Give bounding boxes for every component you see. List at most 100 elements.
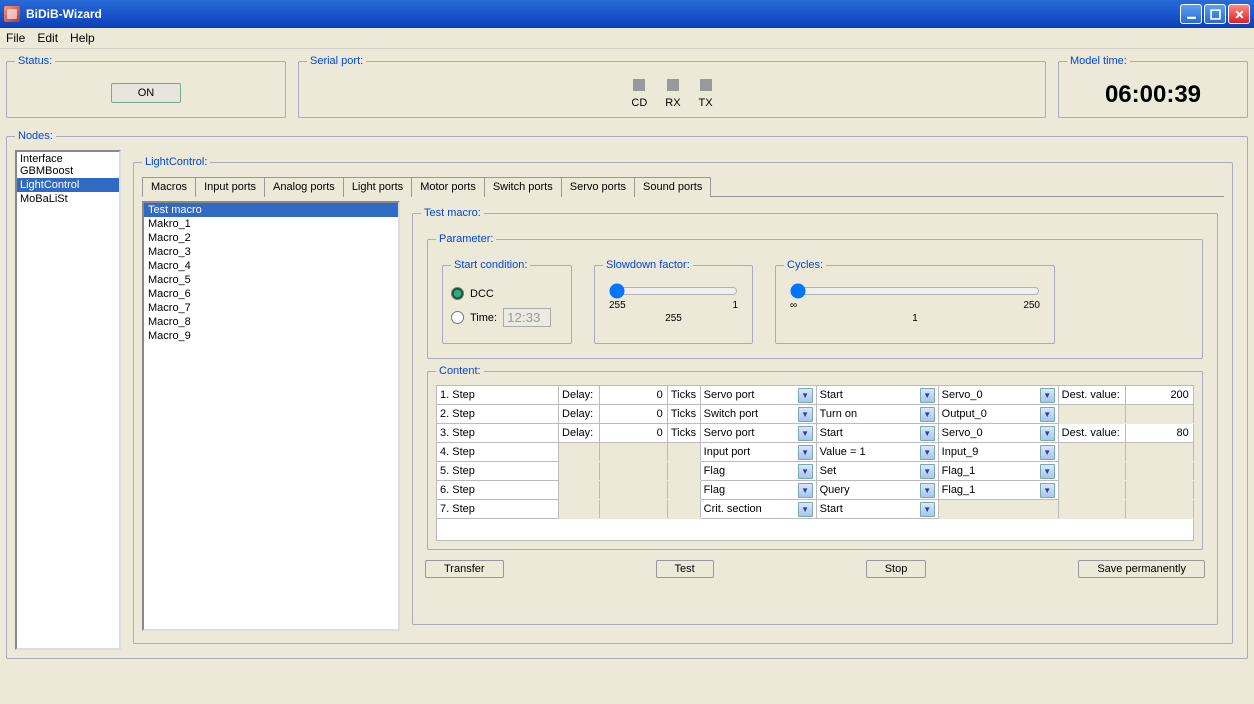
modeltime-value: 06:00:39 <box>1067 81 1239 109</box>
select-cell[interactable]: Flag_1▼ <box>942 483 1055 498</box>
tab[interactable]: Motor ports <box>411 177 485 197</box>
dcc-label: DCC <box>470 288 494 300</box>
cycles-slider[interactable] <box>790 283 1040 299</box>
macro-list[interactable]: Test macroMakro_1Macro_2Macro_3Macro_4Ma… <box>142 201 400 631</box>
serial-group: Serial port: CD RX TX <box>298 55 1046 118</box>
select-cell[interactable]: Flag_1▼ <box>942 464 1055 479</box>
minimize-button[interactable] <box>1180 4 1202 24</box>
ticks-label: Ticks <box>667 405 700 424</box>
transfer-button[interactable]: Transfer <box>425 560 504 578</box>
chevron-down-icon: ▼ <box>1040 407 1055 422</box>
maximize-button[interactable] <box>1204 4 1226 24</box>
node-list[interactable]: Interface GBMBoostLightControlMoBaLiSt <box>15 150 121 650</box>
menu-help[interactable]: Help <box>70 31 95 45</box>
time-radio[interactable] <box>451 311 464 324</box>
node-item[interactable]: MoBaLiSt <box>17 192 119 206</box>
cycles-group: Cycles: ∞250 1 <box>775 259 1055 344</box>
macro-item[interactable]: Macro_7 <box>144 301 398 315</box>
chevron-down-icon: ▼ <box>920 502 935 517</box>
select-cell[interactable]: Set▼ <box>820 464 935 479</box>
select-cell[interactable]: Flag▼ <box>704 464 813 479</box>
step-cell: 2. Step <box>437 405 559 424</box>
chevron-down-icon: ▼ <box>1040 464 1055 479</box>
content-legend: Content: <box>436 365 484 377</box>
delay-cell[interactable] <box>599 424 667 443</box>
select-cell[interactable]: Query▼ <box>820 483 935 498</box>
select-cell[interactable]: Servo_0▼ <box>942 426 1055 441</box>
empty-row <box>437 519 1194 541</box>
select-cell[interactable]: Output_0▼ <box>942 407 1055 422</box>
macro-item[interactable]: Macro_2 <box>144 231 398 245</box>
select-cell[interactable]: Servo_0▼ <box>942 388 1055 403</box>
chevron-down-icon: ▼ <box>920 464 935 479</box>
macro-item[interactable]: Test macro <box>144 203 398 217</box>
delay-label: Delay: <box>559 386 600 405</box>
select-cell[interactable]: Flag▼ <box>704 483 813 498</box>
chevron-down-icon: ▼ <box>798 502 813 517</box>
chevron-down-icon: ▼ <box>798 464 813 479</box>
time-label: Time: <box>470 312 497 324</box>
select-cell[interactable]: Crit. section▼ <box>704 502 813 517</box>
dcc-radio[interactable] <box>451 287 464 300</box>
macro-item[interactable]: Makro_1 <box>144 217 398 231</box>
menu-file[interactable]: File <box>6 31 25 45</box>
macro-item[interactable]: Macro_8 <box>144 315 398 329</box>
select-cell[interactable]: Switch port▼ <box>704 407 813 422</box>
macro-item[interactable]: Macro_5 <box>144 273 398 287</box>
step-cell: 5. Step <box>437 462 559 481</box>
select-cell[interactable]: Start▼ <box>820 502 935 517</box>
status-on-button[interactable]: ON <box>111 83 182 103</box>
test-button[interactable]: Test <box>656 560 714 578</box>
tab[interactable]: Analog ports <box>264 177 344 197</box>
select-cell[interactable]: Servo port▼ <box>704 388 813 403</box>
macro-item[interactable]: Macro_9 <box>144 329 398 343</box>
select-cell[interactable]: Start▼ <box>820 388 935 403</box>
stop-button[interactable]: Stop <box>866 560 927 578</box>
status-group: Status: ON <box>6 55 286 118</box>
delay-label: Delay: <box>559 424 600 443</box>
tab[interactable]: Light ports <box>343 177 412 197</box>
chevron-down-icon: ▼ <box>920 483 935 498</box>
chevron-down-icon: ▼ <box>920 388 935 403</box>
table-row: 5. Step Flag▼ Set▼ Flag_1▼ <box>437 462 1194 481</box>
node-item[interactable]: Interface GBMBoost <box>17 152 119 178</box>
chevron-down-icon: ▼ <box>798 483 813 498</box>
select-cell[interactable]: Start▼ <box>820 426 935 441</box>
parameter-group: Parameter: Start condition: DCC <box>427 233 1203 359</box>
tx-label: TX <box>699 97 713 109</box>
menu-edit[interactable]: Edit <box>37 31 58 45</box>
slowdown-slider[interactable] <box>609 283 738 299</box>
delay-cell[interactable] <box>599 386 667 405</box>
cd-led <box>633 79 645 91</box>
node-item[interactable]: LightControl <box>17 178 119 192</box>
macro-item[interactable]: Macro_6 <box>144 287 398 301</box>
tab[interactable]: Switch ports <box>484 177 562 197</box>
tab[interactable]: Servo ports <box>561 177 635 197</box>
dest-cell[interactable] <box>1125 386 1193 405</box>
table-row: 1. StepDelay:TicksServo port▼Start▼Servo… <box>437 386 1194 405</box>
tab[interactable]: Input ports <box>195 177 265 197</box>
delay-cell[interactable] <box>599 405 667 424</box>
tab[interactable]: Macros <box>142 177 196 197</box>
close-button[interactable] <box>1228 4 1250 24</box>
select-cell[interactable]: Value = 1▼ <box>820 445 935 460</box>
save-button[interactable]: Save permanently <box>1078 560 1205 578</box>
rx-label: RX <box>665 97 680 109</box>
tab[interactable]: Sound ports <box>634 177 711 197</box>
select-cell[interactable]: Input port▼ <box>704 445 813 460</box>
macro-item[interactable]: Macro_3 <box>144 245 398 259</box>
macro-item[interactable]: Macro_4 <box>144 259 398 273</box>
dest-cell[interactable] <box>1125 424 1193 443</box>
start-condition-group: Start condition: DCC Time: <box>442 259 572 344</box>
tabs: MacrosInput portsAnalog portsLight ports… <box>142 176 1224 197</box>
select-cell[interactable]: Turn on▼ <box>820 407 935 422</box>
select-cell[interactable]: Input_9▼ <box>942 445 1055 460</box>
chevron-down-icon: ▼ <box>1040 388 1055 403</box>
select-cell[interactable]: Servo port▼ <box>704 426 813 441</box>
chevron-down-icon: ▼ <box>920 426 935 441</box>
table-row: 7. StepCrit. section▼Start▼ <box>437 500 1194 519</box>
macro-detail-group: Test macro: Parameter: Start condition: … <box>412 207 1218 625</box>
table-row: 3. StepDelay:TicksServo port▼Start▼Servo… <box>437 424 1194 443</box>
chevron-down-icon: ▼ <box>1040 426 1055 441</box>
tx-led <box>700 79 712 91</box>
